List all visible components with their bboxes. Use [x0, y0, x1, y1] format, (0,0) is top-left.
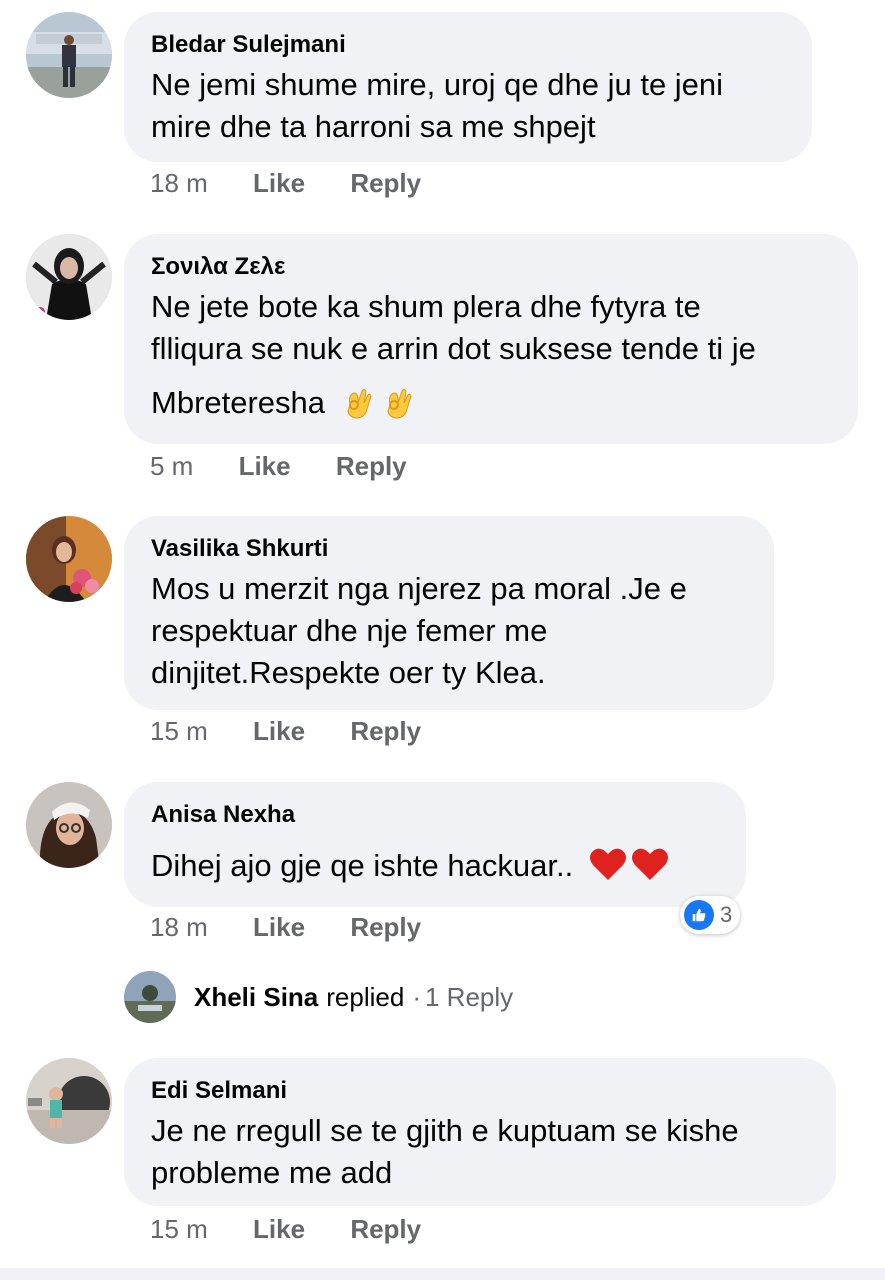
like-button[interactable]: Like [239, 451, 291, 481]
avatar[interactable] [26, 782, 112, 868]
reaction-count-text: 3 [720, 902, 733, 927]
comment-text-line: flliqura se nuk e arrin dot suksese tend… [151, 331, 756, 366]
reply-button[interactable]: Reply [350, 1214, 421, 1244]
comment-text-line: mire dhe ta harroni sa me shpejt [151, 109, 596, 144]
comment-author[interactable]: Σονιλα Ζελε [151, 252, 832, 282]
like-button[interactable]: Like [253, 168, 305, 198]
comment-bubble: Edi Selmani Je ne rregull se te gjith e … [124, 1058, 836, 1206]
like-button[interactable]: Like [253, 912, 305, 942]
red-heart-icon [588, 844, 628, 884]
comment-text-line: Mos u merzit nga njerez pa moral .Je e [151, 571, 687, 606]
comment-text: Ne jete bote ka shum plera dhe fytyra te… [151, 286, 832, 424]
reply-author[interactable]: Xheli Sina [194, 982, 318, 1013]
comment-text-line-with-emoji: Mbreteresha [151, 382, 832, 424]
comment-bubble: Anisa Nexha Dihej ajo gje qe ishte hacku… [124, 782, 746, 907]
comment-text-line: Mbreteresha [151, 385, 326, 420]
reaction-count[interactable]: 3 [680, 896, 741, 934]
comment-meta: 18 m Like Reply [150, 912, 459, 943]
comment-text-line: Ne jemi shume mire, uroj qe dhe ju te je… [151, 67, 724, 102]
comment-time[interactable]: 5 m [150, 451, 193, 481]
comment-text-line: dinjitet.Respekte oer ty Klea. [151, 655, 546, 690]
comment-author[interactable]: Bledar Sulejmani [151, 30, 786, 60]
reply-button[interactable]: Reply [350, 716, 421, 746]
comment-author[interactable]: Anisa Nexha [151, 800, 720, 830]
avatar[interactable] [124, 971, 176, 1023]
view-replies-link[interactable]: Xheli Sina replied · 1 Reply [124, 970, 513, 1024]
comment-bubble: Bledar Sulejmani Ne jemi shume mire, uro… [124, 12, 812, 162]
comment-author[interactable]: Edi Selmani [151, 1076, 810, 1106]
comment-text: Je ne rregull se te gjith e kuptuam se k… [151, 1110, 810, 1194]
comment-time[interactable]: 18 m [150, 168, 208, 198]
like-button[interactable]: Like [253, 1214, 305, 1244]
comment-time[interactable]: 15 m [150, 716, 208, 746]
comment-bubble: Vasilika Shkurti Mos u merzit nga njerez… [124, 516, 774, 710]
comment-text-line: probleme me add [151, 1155, 393, 1190]
reply-button[interactable]: Reply [350, 912, 421, 942]
comment-time[interactable]: 15 m [150, 1214, 208, 1244]
comment-text-line: Je ne rregull se te gjith e kuptuam se k… [151, 1113, 739, 1148]
ok-hand-icon [380, 385, 416, 421]
thumbs-up-icon [684, 900, 714, 930]
comment-bubble: Σονιλα Ζελε Ne jete bote ka shum plera d… [124, 234, 858, 444]
reply-button[interactable]: Reply [350, 168, 421, 198]
avatar[interactable] [26, 1058, 112, 1144]
replied-label: replied [326, 981, 405, 1012]
comment-text: Mos u merzit nga njerez pa moral .Je e r… [151, 568, 748, 694]
comment-time[interactable]: 18 m [150, 912, 208, 942]
comment-meta: 15 m Like Reply [150, 716, 459, 747]
comment-text: Ne jemi shume mire, uroj qe dhe ju te je… [151, 64, 786, 148]
ok-hand-icon [340, 385, 376, 421]
comment-text-line: respektuar dhe nje femer me [151, 613, 548, 648]
comment-meta: 15 m Like Reply [150, 1214, 459, 1245]
reply-separator: · [412, 981, 421, 1012]
avatar[interactable] [26, 234, 112, 320]
comment-author[interactable]: Vasilika Shkurti [151, 534, 748, 564]
comment-meta: 18 m Like Reply [150, 168, 459, 199]
red-heart-icon [630, 844, 670, 884]
reply-count[interactable]: 1 Reply [425, 982, 513, 1013]
reply-button[interactable]: Reply [336, 451, 407, 481]
avatar[interactable] [26, 12, 112, 98]
like-button[interactable]: Like [253, 716, 305, 746]
comment-text: Dihej ajo gje qe ishte hackuar.. [151, 844, 720, 887]
avatar[interactable] [26, 516, 112, 602]
divider [0, 1268, 885, 1280]
comment-text-line: Dihej ajo gje qe ishte hackuar.. [151, 848, 574, 883]
comment-text-line: Ne jete bote ka shum plera dhe fytyra te [151, 289, 701, 324]
comment-meta: 5 m Like Reply [150, 451, 445, 482]
